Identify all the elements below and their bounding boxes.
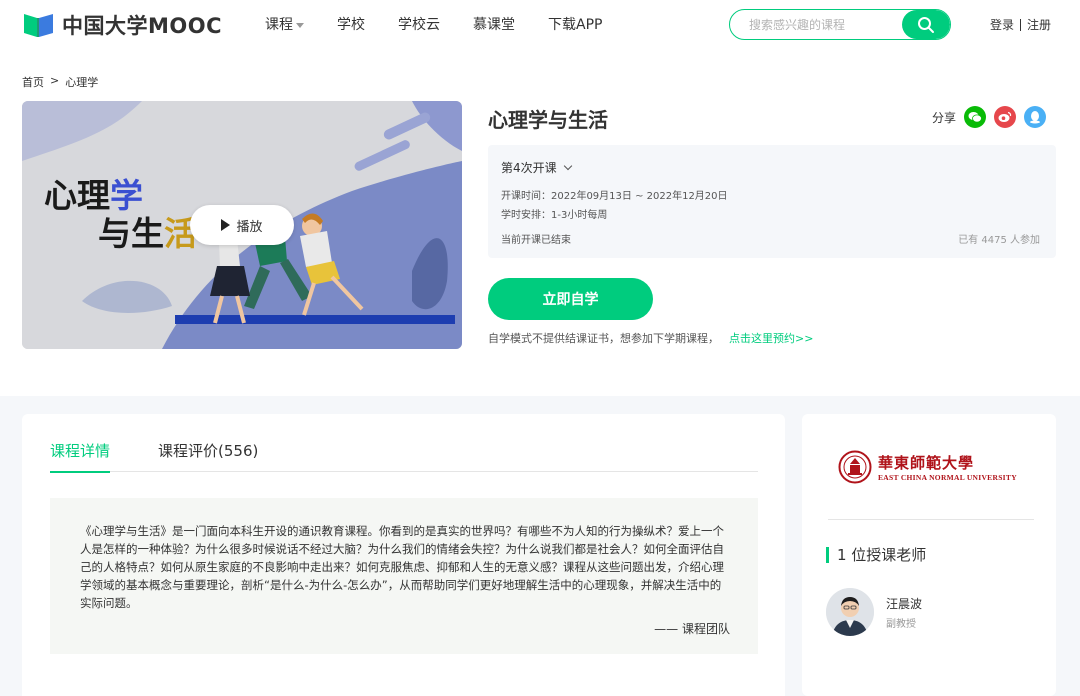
course-dates-label: 开课时间： (501, 191, 551, 202)
chevron-down-icon (563, 161, 572, 171)
course-title: 心理学与生活 (488, 108, 608, 132)
cover-title-part: 与生 (98, 214, 164, 253)
course-schedule: 学时安排：1-3小时每周 (501, 206, 607, 221)
school-teacher-card: 華東師範大學 EAST CHINA NORMAL UNIVERSITY 1 位授… (802, 414, 1056, 696)
teacher-count: 1 位授课老师 (826, 544, 926, 565)
university-logo[interactable]: 華東師範大學 EAST CHINA NORMAL UNIVERSITY (838, 450, 1017, 484)
university-name-cn: 華東師範大學 (878, 454, 975, 472)
login-link[interactable]: 登录 (990, 16, 1014, 33)
course-description: 《心理学与生活》是一门面向本科生开设的通识教育课程。你看到的是真实的世界吗？有哪… (50, 498, 758, 654)
search-box (729, 9, 951, 40)
cover-title-part: 心理 (44, 176, 110, 215)
cover-title: 心理学 与生活 (44, 177, 197, 253)
detail-tabs: 课程详情 课程评价(556) (50, 440, 758, 473)
search-button[interactable] (902, 10, 950, 39)
nav-courses-label: 课程 (265, 17, 293, 33)
nav-school-cloud-label: 学校云 (398, 17, 440, 33)
search-input[interactable] (730, 10, 902, 39)
course-schedule-label: 学时安排： (501, 210, 551, 221)
term-label: 第4次开课 (501, 161, 557, 175)
wechat-share-icon[interactable] (964, 106, 987, 128)
course-status: 当前开课已结束 (501, 235, 571, 246)
play-icon (221, 219, 231, 231)
nav-download-app[interactable]: 下载APP (548, 14, 602, 34)
enrolled-count: 已有 4475 人参加 (958, 235, 1040, 246)
teacher-info: 汪晨波 副教授 (886, 595, 922, 630)
course-dates-value: 2022年09月13日 ~ 2022年12月20日 (551, 191, 728, 202)
university-name-en: EAST CHINA NORMAL UNIVERSITY (878, 473, 1017, 482)
site-logo[interactable]: 中国大学MOOC (22, 10, 222, 40)
self-study-note: 自学模式不提供结课证书，想参加下学期课程， 点击这里预约>> (488, 330, 813, 346)
breadcrumb-current[interactable]: 心理学 (65, 74, 98, 90)
auth-divider (1020, 18, 1022, 31)
breadcrumb-separator: > (50, 74, 60, 87)
teacher-name[interactable]: 汪晨波 (886, 595, 922, 612)
mooc-logo-icon (22, 11, 56, 39)
tab-course-details[interactable]: 课程详情 (50, 440, 111, 473)
caret-down-icon (296, 22, 304, 28)
sidebar-divider (828, 519, 1034, 520)
qq-share-icon[interactable] (1024, 106, 1047, 128)
term-selector[interactable]: 第4次开课 (501, 159, 572, 176)
self-study-button[interactable]: 立即自学 (488, 278, 653, 320)
main-nav: 课程 学校 学校云 慕课堂 下载APP (265, 14, 635, 34)
breadcrumb-home[interactable]: 首页 (22, 74, 44, 90)
course-schedule-value: 1-3小时每周 (551, 210, 608, 221)
teacher-count-label: 1 位授课老师 (837, 546, 927, 564)
description-signature: —— 课程团队 (654, 622, 730, 636)
description-text: 《心理学与生活》是一门面向本科生开设的通识教育课程。你看到的是真实的世界吗？有哪… (80, 524, 724, 610)
auth-links: 登录 注册 (990, 16, 1051, 33)
breadcrumb: 首页 > 心理学 (22, 74, 98, 90)
play-label: 播放 (236, 219, 263, 235)
teacher-title: 副教授 (886, 618, 916, 630)
reserve-link[interactable]: 点击这里预约>> (729, 332, 813, 345)
top-header: 中国大学MOOC 课程 学校 学校云 慕课堂 下载APP 登录 注册 (0, 0, 1080, 48)
section-marker (826, 546, 829, 563)
tab-course-reviews[interactable]: 课程评价(556) (158, 440, 258, 472)
register-link[interactable]: 注册 (1027, 16, 1051, 33)
share-bar: 分享 (932, 106, 1047, 128)
search-icon (918, 16, 934, 33)
course-dates: 开课时间：2022年09月13日 ~ 2022年12月20日 (501, 187, 728, 202)
teacher-item[interactable]: 汪晨波 副教授 (826, 588, 922, 636)
nav-mooc-class-label: 慕课堂 (473, 17, 515, 33)
share-label: 分享 (932, 110, 957, 125)
nav-courses[interactable]: 课程 (265, 14, 304, 34)
nav-mooc-class[interactable]: 慕课堂 (473, 14, 515, 34)
course-detail-card: 课程详情 课程评价(556) 《心理学与生活》是一门面向本科生开设的通识教育课程… (22, 414, 785, 696)
nav-school-cloud[interactable]: 学校云 (398, 14, 440, 34)
logo-text: 中国大学MOOC (62, 14, 223, 38)
nav-schools-label: 学校 (337, 17, 365, 33)
play-button[interactable]: 播放 (190, 205, 294, 245)
course-info-panel: 第4次开课 开课时间：2022年09月13日 ~ 2022年12月20日 学时安… (488, 145, 1056, 258)
nav-schools[interactable]: 学校 (337, 14, 365, 34)
self-study-note-text: 自学模式不提供结课证书，想参加下学期课程， (488, 332, 719, 345)
cover-title-part: 学 (110, 176, 143, 215)
university-seal-icon (838, 450, 872, 484)
nav-download-app-label: 下载APP (548, 17, 603, 33)
course-video-cover[interactable]: 心理学 与生活 播放 (22, 101, 462, 349)
teacher-avatar[interactable] (826, 588, 874, 636)
weibo-share-icon[interactable] (994, 106, 1017, 128)
